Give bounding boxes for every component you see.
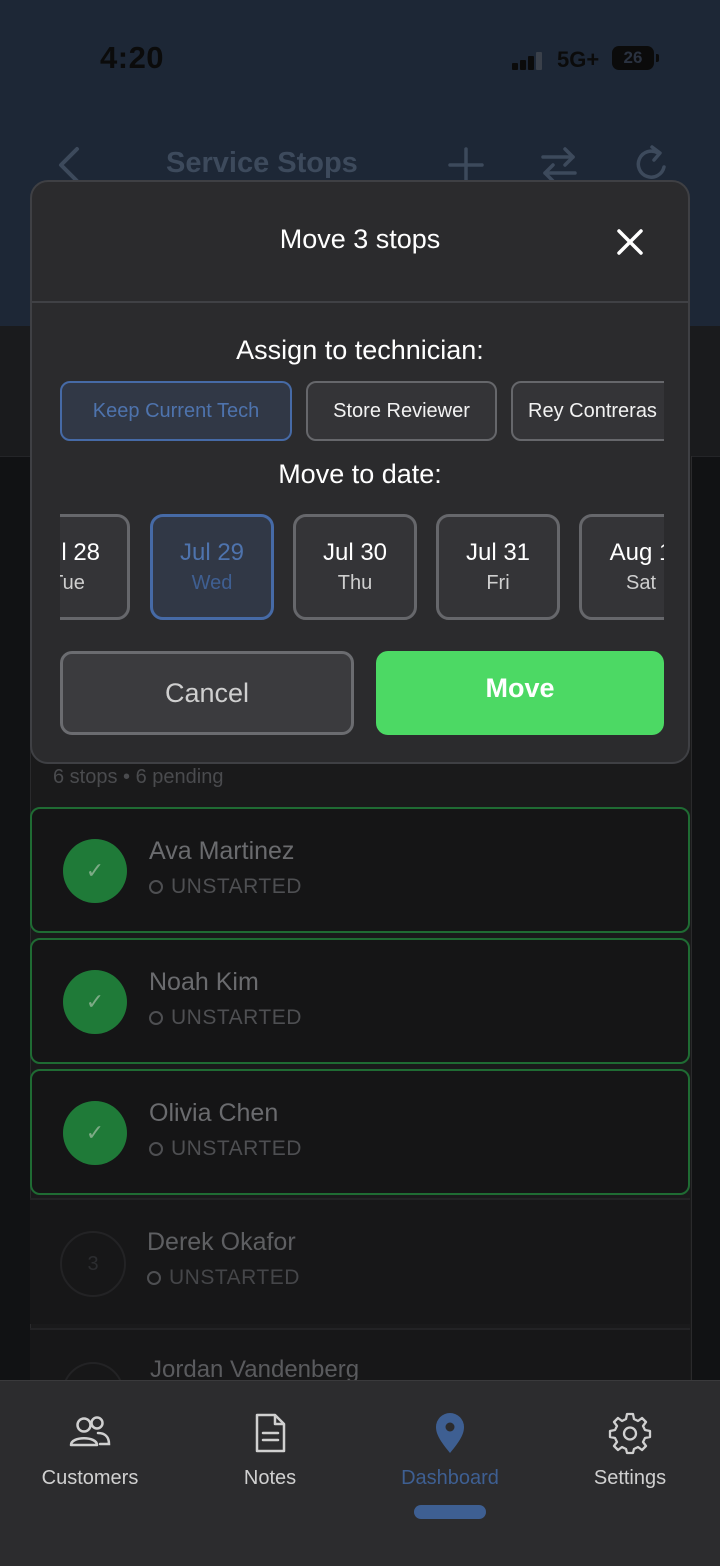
assign-technician-label: Assign to technician: (236, 335, 484, 365)
tab-label: Dashboard (401, 1467, 499, 1489)
tab-customers[interactable]: Customers (0, 1411, 180, 1490)
cellular-signal-icon (512, 52, 542, 70)
date-weekday: Sat (625, 572, 657, 594)
notes-icon (255, 1413, 286, 1453)
date-weekday: Fri (486, 572, 510, 594)
add-icon[interactable] (446, 143, 486, 185)
tab-bar: Customers Notes Dashboard Settings (0, 1380, 720, 1566)
stops-summary: 6 stops • 6 pending (53, 766, 224, 788)
date-option[interactable]: Jul 30 Thu (293, 514, 417, 620)
close-icon[interactable] (616, 228, 644, 256)
stop-row[interactable] (30, 1328, 690, 1388)
customers-icon (69, 1416, 111, 1447)
technician-chip-store-reviewer[interactable]: Store Reviewer (306, 381, 497, 441)
location-pin-icon (436, 1413, 464, 1453)
stop-status-label: UNSTARTED (171, 875, 302, 898)
network-type: 5G+ (557, 47, 600, 72)
tab-label: Settings (593, 1467, 667, 1489)
stop-status: UNSTARTED (149, 875, 302, 899)
tab-label: Notes (243, 1467, 297, 1489)
battery-level: 26 (623, 48, 643, 67)
tab-notes[interactable]: Notes (180, 1411, 360, 1490)
checkmark-icon[interactable]: ✓ (63, 839, 127, 903)
stop-name: Ava Martinez (149, 837, 295, 865)
checkmark-icon[interactable]: ✓ (63, 970, 127, 1034)
back-icon[interactable] (55, 145, 85, 185)
stop-name: Noah Kim (149, 968, 259, 996)
tab-settings[interactable]: Settings (540, 1411, 720, 1490)
stop-name: Derek Okafor (147, 1228, 296, 1256)
stop-number[interactable]: 3 (60, 1231, 126, 1297)
stop-status: UNSTARTED (149, 1006, 302, 1030)
date-picker[interactable]: Jul 28 Tue Jul 29 Wed Jul 30 Thu Jul 31 … (60, 512, 664, 624)
technician-picker[interactable]: Keep Current Tech Store Reviewer Rey Con… (60, 381, 664, 445)
status-time: 4:20 (100, 40, 165, 75)
date-option-selected[interactable]: Jul 29 Wed (150, 514, 274, 620)
stop-name: Olivia Chen (149, 1099, 279, 1127)
tab-label: Customers (41, 1467, 139, 1489)
tab-dashboard[interactable]: Dashboard (360, 1411, 540, 1490)
status-circle-icon (149, 1011, 163, 1025)
cancel-button[interactable]: Cancel (60, 651, 354, 735)
date-day: Jul 31 (465, 539, 531, 566)
checkmark-icon[interactable]: ✓ (63, 1101, 127, 1165)
date-option[interactable]: Jul 28 Tue (60, 514, 130, 620)
active-tab-indicator (414, 1505, 486, 1519)
stop-row[interactable]: ✓ Noah Kim UNSTARTED (30, 938, 690, 1064)
stop-row[interactable]: ✓ Ava Martinez UNSTARTED (30, 807, 690, 933)
stop-row[interactable]: ✓ Olivia Chen UNSTARTED (30, 1069, 690, 1195)
technician-chip-keep-current[interactable]: Keep Current Tech (60, 381, 292, 441)
date-weekday: Tue (60, 572, 85, 594)
date-day: Jul 28 (60, 539, 101, 566)
date-option[interactable]: Aug 1 Sat (579, 514, 664, 620)
move-to-date-label: Move to date: (278, 459, 442, 489)
refresh-icon[interactable] (632, 143, 672, 185)
date-option[interactable]: Jul 31 Fri (436, 514, 560, 620)
move-button[interactable]: Move (376, 651, 664, 735)
stop-status-label: UNSTARTED (171, 1006, 302, 1029)
status-circle-icon (147, 1271, 161, 1285)
stop-status: UNSTARTED (149, 1137, 302, 1161)
stop-status-label: UNSTARTED (169, 1266, 300, 1289)
date-day: Jul 30 (322, 539, 388, 566)
status-circle-icon (149, 1142, 163, 1156)
page-title: Service Stops (166, 147, 358, 179)
date-day: Aug 1 (609, 539, 664, 566)
date-weekday: Wed (191, 572, 233, 594)
battery-icon: 26 (612, 46, 659, 70)
date-day: Jul 29 (179, 539, 245, 566)
modal-title: Move 3 stops (279, 224, 441, 254)
status-circle-icon (149, 880, 163, 894)
move-stops-modal: Move 3 stops Assign to technician: Keep … (30, 180, 690, 764)
date-weekday: Thu (337, 572, 373, 594)
modal-divider (32, 301, 688, 303)
technician-chip-rey-contreras[interactable]: Rey Contreras (511, 381, 664, 441)
stop-status-label: UNSTARTED (171, 1137, 302, 1160)
swap-icon[interactable] (539, 143, 579, 185)
stop-row[interactable]: 3 Derek Okafor UNSTARTED (30, 1198, 690, 1324)
stop-status: UNSTARTED (147, 1266, 300, 1290)
gear-icon (608, 1412, 652, 1455)
